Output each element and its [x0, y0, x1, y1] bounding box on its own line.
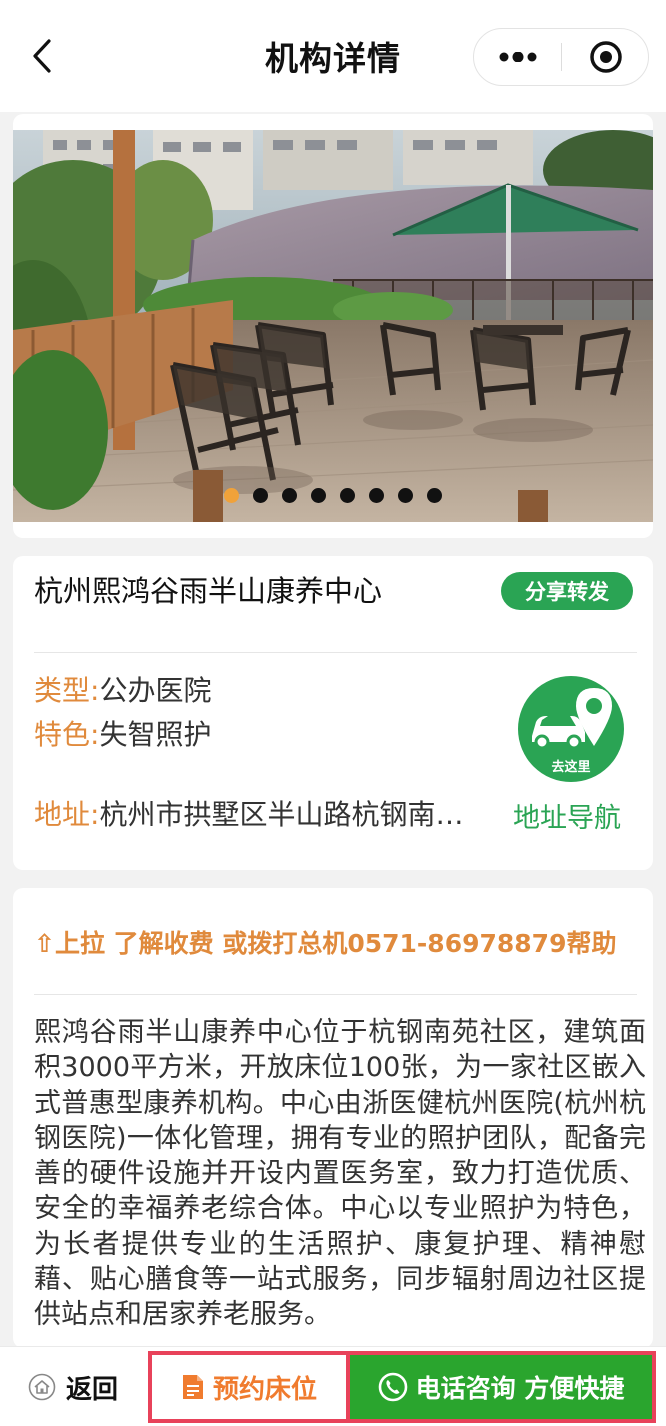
- divider: [34, 994, 637, 995]
- target-close-icon: [589, 41, 622, 73]
- bottom-action-bar: 返回 预约床位 电话咨询 方便快捷: [0, 1346, 666, 1426]
- org-address-key: 地址:: [34, 798, 100, 831]
- description-card: ⇧上拉 了解收费 或拨打总机0571-86978879帮助 熙鸿谷雨半山康养中心…: [13, 888, 653, 1348]
- carousel-dot[interactable]: [369, 488, 384, 503]
- org-address-row: 地址:杭州市拱墅区半山路杭钢南…: [34, 796, 463, 834]
- carousel-dot[interactable]: [427, 488, 442, 503]
- document-icon: [182, 1375, 203, 1399]
- go-here-label: 去这里: [551, 760, 591, 775]
- org-description-text: 熙鸿谷雨半山康养中心位于杭钢南苑社区，建筑面积3000平方米，开放床位100张，…: [34, 1017, 646, 1331]
- carousel-dot[interactable]: [340, 488, 355, 503]
- book-bed-button[interactable]: 预约床位: [148, 1351, 346, 1423]
- carousel-dot[interactable]: [282, 488, 297, 503]
- phone-consult-button[interactable]: 电话咨询 方便快捷: [346, 1351, 656, 1423]
- more-button[interactable]: [474, 29, 561, 85]
- more-dots-icon: [499, 52, 536, 62]
- car-location-icon: [532, 688, 612, 750]
- org-type-value: 公办医院: [99, 674, 212, 707]
- phone-icon: [378, 1372, 407, 1402]
- carousel-dot[interactable]: [398, 488, 413, 503]
- org-info-card: 杭州熙鸿谷雨半山康养中心 分享转发 类型:公办医院 特色:失智照护 去这里 地址…: [13, 556, 653, 870]
- org-name: 杭州熙鸿谷雨半山康养中心: [34, 574, 383, 608]
- phone-consult-label: 电话咨询 方便快捷: [415, 1374, 625, 1403]
- org-type-key: 类型:: [34, 674, 100, 707]
- book-bed-label: 预约床位: [212, 1374, 317, 1405]
- org-feature-row: 特色:失智照护: [34, 716, 211, 754]
- navigation-bar: 机构详情: [0, 0, 666, 112]
- page: 机构详情 杭州熙鸿谷雨半山康养中心 分享转发 类型:公办医院 特色:失智照护 去…: [0, 0, 666, 1426]
- carousel-dot[interactable]: [224, 488, 239, 503]
- carousel-dot[interactable]: [253, 488, 268, 503]
- divider: [34, 652, 637, 653]
- address-navigation-link[interactable]: 地址导航: [513, 796, 621, 835]
- gallery-card: [13, 114, 653, 538]
- home-back-button[interactable]: 返回: [28, 1347, 118, 1426]
- carousel-indicator: [13, 488, 653, 503]
- home-icon: [28, 1373, 56, 1401]
- org-type-row: 类型:公办医院: [34, 672, 211, 710]
- org-address-value: 杭州市拱墅区半山路杭钢南…: [99, 798, 464, 831]
- close-mini-program-button[interactable]: [562, 29, 649, 85]
- pull-up-fee-tip[interactable]: ⇧上拉 了解收费 或拨打总机0571-86978879帮助: [34, 924, 644, 960]
- rooftop-terrace-photo[interactable]: [13, 130, 653, 522]
- back-label: 返回: [66, 1374, 119, 1405]
- carousel-dot[interactable]: [311, 488, 326, 503]
- go-here-button[interactable]: 去这里: [518, 676, 624, 782]
- share-button[interactable]: 分享转发: [501, 572, 633, 610]
- org-feature-key: 特色:: [34, 718, 100, 751]
- mini-program-capsule: [473, 28, 649, 86]
- org-feature-value: 失智照护: [99, 718, 212, 751]
